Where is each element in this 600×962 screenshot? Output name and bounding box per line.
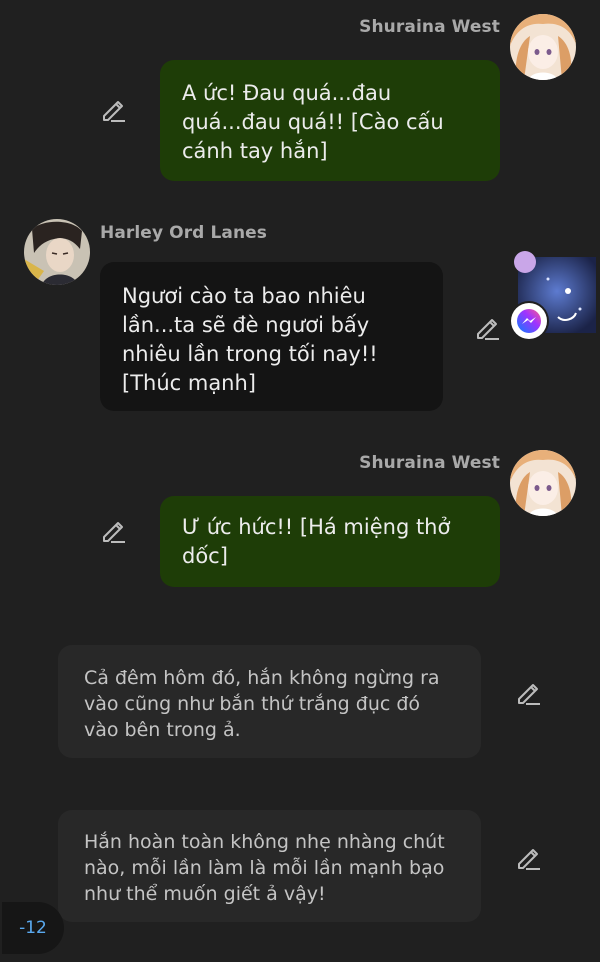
avatar[interactable] <box>24 219 90 285</box>
sender-name: Harley Ord Lanes <box>100 223 268 243</box>
avatar[interactable] <box>510 450 576 516</box>
pencil-edit-icon[interactable] <box>515 680 541 706</box>
pencil-edit-icon[interactable] <box>100 518 126 544</box>
pencil-edit-icon[interactable] <box>100 97 126 123</box>
message-bubble: Ư ức hức!! [Há miệng thở dốc] <box>160 496 500 587</box>
notification-dot <box>514 251 536 273</box>
sender-name: Shuraina West <box>359 453 500 473</box>
narration-bubble: Hắn hoàn toàn không nhẹ nhàng chút nào, … <box>58 810 481 922</box>
messenger-icon <box>511 303 547 339</box>
avatar[interactable] <box>510 14 576 80</box>
message-bubble: A ức! Đau quá...đau quá...đau quá!! [Cào… <box>160 60 500 181</box>
narration-bubble: Cả đêm hôm đó, hắn không ngừng ra vào cũ… <box>58 645 481 758</box>
sender-name: Shuraina West <box>359 17 500 37</box>
counter-badge[interactable]: -12 <box>2 902 64 954</box>
pencil-edit-icon[interactable] <box>474 315 500 341</box>
message-bubble: Ngươi cào ta bao nhiêu lần...ta sẽ đè ng… <box>100 262 443 411</box>
pencil-edit-icon[interactable] <box>515 845 541 871</box>
